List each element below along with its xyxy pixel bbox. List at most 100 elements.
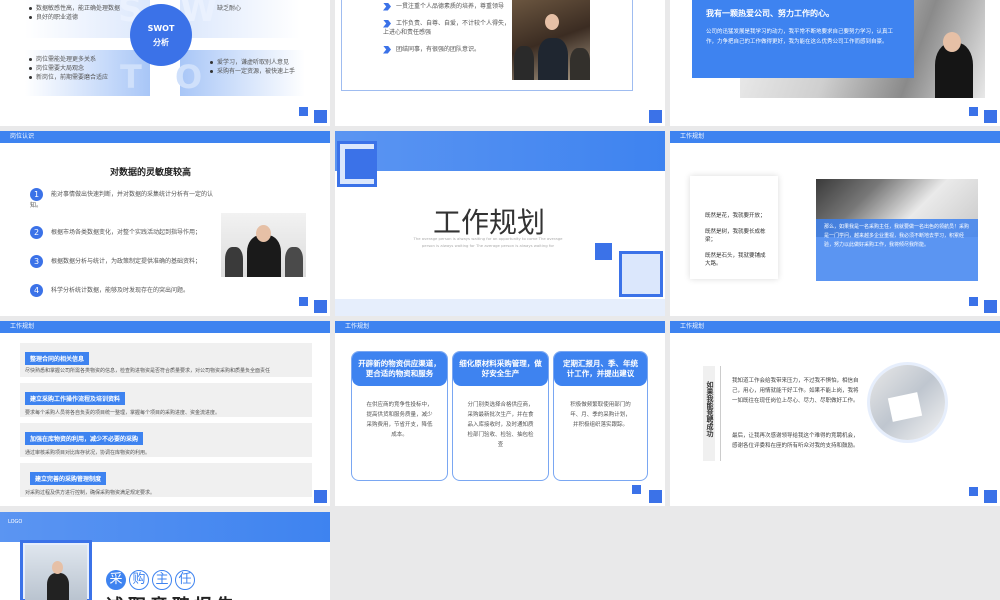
- swot-letter-o: O: [175, 58, 203, 96]
- slide-work-plan-cards[interactable]: 工作规划 开辟新的物资供应渠道，更合适的物资和服务 在供应商的竞争性投标中，提高…: [335, 321, 665, 506]
- swot-w-item: 缺乏耐心: [210, 4, 300, 13]
- plan-block: 建立完善的采购管理制度 对采购过程及供方进行控制，确保采购物资满足规定要求。: [20, 463, 312, 497]
- poem-line: 既然是花，我就要开放；: [705, 213, 766, 219]
- slide-tag: 工作规划: [670, 321, 1000, 333]
- love-company-box: 我有一颗热爱公司、努力工作的心。 公司的迅猛发展是我学习的动力，我平常不断地要求…: [692, 0, 914, 78]
- plan-card-body: 在供应商的竞争性投标中，提高供货和服务质量，减少采购费用，节省开支，降低成本。: [366, 402, 433, 438]
- slide-if-success[interactable]: 工作规划 如果我能竞聘成功 我知道工作会给我带来压力，不过我不惧怕，相信自己，用…: [670, 321, 1000, 506]
- plan-card: 定期汇报月、季、年统计工作，并提出建议 积极做频繁取使用部门的年、月、季的采购计…: [553, 351, 648, 481]
- plan-block-header: 建立采购工作操作流程及培训资料: [25, 392, 126, 405]
- businesswoman-photo: [25, 545, 87, 600]
- divider-line: [720, 366, 721, 461]
- number-badge: 3: [30, 255, 43, 268]
- swot-center-circle: SWOT 分析: [130, 4, 192, 66]
- poem-card: 既然是花，我就要开放； 既然是树，我就要长成栋梁； 既然是石头，我就要铺成大路。: [690, 176, 778, 279]
- plan-block-body: 要求每个采购人员将各自负责的项目统一整理，掌握每个项目的采购进度、资金流进度。: [25, 410, 221, 416]
- plan-card-title: 细化原材料采购管理，做好安全生产: [453, 352, 548, 386]
- slide-work-plan-title[interactable]: 工作规划 The average person is always waitin…: [335, 131, 665, 316]
- plan-block-header: 整理合同的相关信息: [25, 352, 90, 365]
- corner-decor-small: [299, 297, 308, 306]
- slide-data-sensitivity[interactable]: 岗位认识 对数据的灵敏度较高 1 能对事情做出快速判断，并对数据的采集统计分析有一…: [0, 131, 330, 316]
- plan-block: 建立采购工作操作流程及培训资料 要求每个采购人员将各自负责的项目统一整理，掌握每…: [20, 383, 312, 417]
- poem-line: 既然是树，我就要长成栋梁；: [705, 229, 766, 243]
- vertical-title: 如果我能竞聘成功: [706, 381, 714, 437]
- corner-decor-small: [969, 297, 978, 306]
- success-paragraph-2: 最后，让我再次感谢领导给我这个难得的竞聘机会，感谢各位评委和在座的所有听众对我的…: [732, 433, 859, 449]
- corner-decor: [984, 300, 997, 313]
- logo-text: LOGO: [8, 519, 23, 525]
- title-char: 主: [152, 570, 172, 590]
- frame-square-left-inner: [345, 149, 375, 179]
- corner-decor: [314, 300, 327, 313]
- data-item: 2 根据市场各类数据变化，对整个实践活动起到指导作用；: [30, 226, 220, 239]
- plan-block: 整理合同的相关信息 尽快熟悉和掌握公司所需各类物资的信息，检查购进物资是否符合质…: [20, 343, 312, 377]
- slide-work-plan-list[interactable]: 工作规划 整理合同的相关信息 尽快熟悉和掌握公司所需各类物资的信息，检查购进物资…: [0, 321, 330, 506]
- success-paragraph-1: 我知道工作会给我带来压力，不过我不惧怕，相信自己，用心，用情就能干好工作。如果不…: [732, 378, 859, 404]
- data-item: 1 能对事情做出快速判断，并对数据的采集统计分析有一定的认知。: [30, 188, 214, 209]
- corner-decor-small: [299, 107, 308, 116]
- plan-block-body: 尽快熟悉和掌握公司所需各类物资的信息，检查购进物资是否符合质量要求，对公司物资采…: [25, 368, 271, 374]
- bottom-band: [335, 299, 665, 316]
- plan-card-title: 开辟新的物资供应渠道，更合适的物资和服务: [352, 352, 447, 386]
- slide-qualities[interactable]: 一贯注重个人品德素质的培养，尊重领导 工作负责、自尊、自爱，不计较个人得失，上进…: [335, 0, 665, 126]
- love-company-body: 公司的迅猛发展是我学习的动力，我平常不断地要求自己要努力学习，认真工作，力争把自…: [706, 29, 894, 45]
- plan-card: 细化原材料采购管理，做好安全生产 分门别类选择合格供应商，采购最新批次生产，并在…: [452, 351, 549, 481]
- slide-love-company[interactable]: 我有一颗热爱公司、努力工作的心。 公司的迅猛发展是我学习的动力，我平常不断地要求…: [670, 0, 1000, 126]
- cover-photo-frame: [20, 540, 92, 600]
- cover-top-band: [0, 512, 330, 542]
- slide-swot[interactable]: 数据敏感性高，能正确处理数据 良好的职业道德 缺乏耐心 岗位需能处理更多关系 岗…: [0, 0, 330, 126]
- plan-card-body: 分门别类选择合格供应商，采购最新批次生产，并在食品入库接收时，及时通知质检部门验…: [467, 402, 534, 448]
- swot-center-sub: 分析: [153, 38, 169, 47]
- love-company-title: 我有一颗热爱公司、努力工作的心。: [706, 9, 834, 18]
- data-item: 3 根据数据分析与统计，为政策制定提供准确的基础资料；: [30, 255, 220, 268]
- title-char: 采: [106, 570, 126, 590]
- small-square: [595, 243, 612, 260]
- slide-title: 对数据的灵敏度较高: [110, 168, 192, 178]
- plan-card: 开辟新的物资供应渠道，更合适的物资和服务 在供应商的竞争性投标中，提高供货和服务…: [351, 351, 448, 481]
- slide-work-plan-poem[interactable]: 工作规划 既然是花，我就要开放； 既然是树，我就要长成栋梁； 既然是石头，我就要…: [670, 131, 1000, 316]
- frame-square-right: [619, 251, 663, 297]
- slide-tag: 岗位认识: [0, 131, 330, 143]
- plan-block: 加强在库物资的利用，减少不必要的采购 通过审核采购项目对比库存状况，协调在库物资…: [20, 423, 312, 457]
- slide-tag: 工作规划: [670, 131, 1000, 143]
- plan-overlay-text: 那么，如果我是一名采购主任，我就要做一名出色的领航员！采购是一门学问，越来越多企…: [824, 224, 970, 248]
- arrow-icon: [383, 19, 391, 28]
- slide-tag: 工作规划: [335, 321, 665, 333]
- cover-big-title: 采购主任: [106, 568, 195, 590]
- plan-block-header: 加强在库物资的利用，减少不必要的采购: [25, 432, 144, 445]
- corner-decor: [649, 110, 662, 123]
- slide-cover-title[interactable]: LOGO 采购主任 述职竞聘报告: [0, 512, 330, 600]
- plan-block-body: 对采购过程及供方进行控制，确保采购物资满足规定要求。: [25, 490, 156, 496]
- plan-overlay-box: 那么，如果我是一名采购主任，我就要做一名出色的领航员！采购是一门学问，越来越多企…: [816, 219, 978, 281]
- title-char: 购: [129, 570, 149, 590]
- work-plan-subtitle: The average person is always waiting for…: [413, 236, 563, 248]
- arrow-icon: [383, 45, 391, 54]
- top-band: [335, 131, 665, 171]
- plan-card-body: 积极做频繁取使用部门的年、月、季的采购计划，并积极组织落实跟踪。: [570, 402, 631, 428]
- corner-decor: [984, 110, 997, 123]
- data-item: 4 科学分析统计数据，能够及时发现存在的突出问题。: [30, 284, 220, 297]
- slide-tag: 工作规划: [0, 321, 330, 333]
- cover-subtitle-cut: 述职竞聘报告: [106, 592, 238, 600]
- arrow-icon: [383, 2, 391, 11]
- team-photo: [512, 0, 590, 80]
- swot-letter-t: T: [120, 58, 142, 96]
- title-char: 任: [175, 570, 195, 590]
- corner-decor: [984, 490, 997, 503]
- swot-o-item: 爱学习，谦虚听取别人意见: [210, 58, 305, 67]
- corner-decor: [314, 490, 327, 503]
- plan-block-body: 通过审核采购项目对比库存状况，协调在库物资的利用。: [25, 450, 151, 456]
- quality-item: 工作负责、自尊、自爱，不计较个人得失，上进心和责任感强: [383, 19, 511, 36]
- quality-item: 一贯注重个人品德素质的培养，尊重领导: [383, 2, 513, 11]
- corner-decor: [649, 490, 662, 503]
- corner-decor: [314, 110, 327, 123]
- plan-card-title: 定期汇报月、季、年统计工作，并提出建议: [554, 352, 647, 386]
- number-badge: 4: [30, 284, 43, 297]
- number-badge: 2: [30, 226, 43, 239]
- swot-o-item: 采购有一定资源，被快速上手: [210, 67, 305, 76]
- swot-center-title: SWOT: [147, 24, 175, 33]
- quality-item: 团结同事，有很强的团队意识。: [383, 45, 513, 54]
- document-photo: [870, 365, 945, 440]
- business-people-photo: [221, 213, 306, 277]
- corner-decor-small: [969, 107, 978, 116]
